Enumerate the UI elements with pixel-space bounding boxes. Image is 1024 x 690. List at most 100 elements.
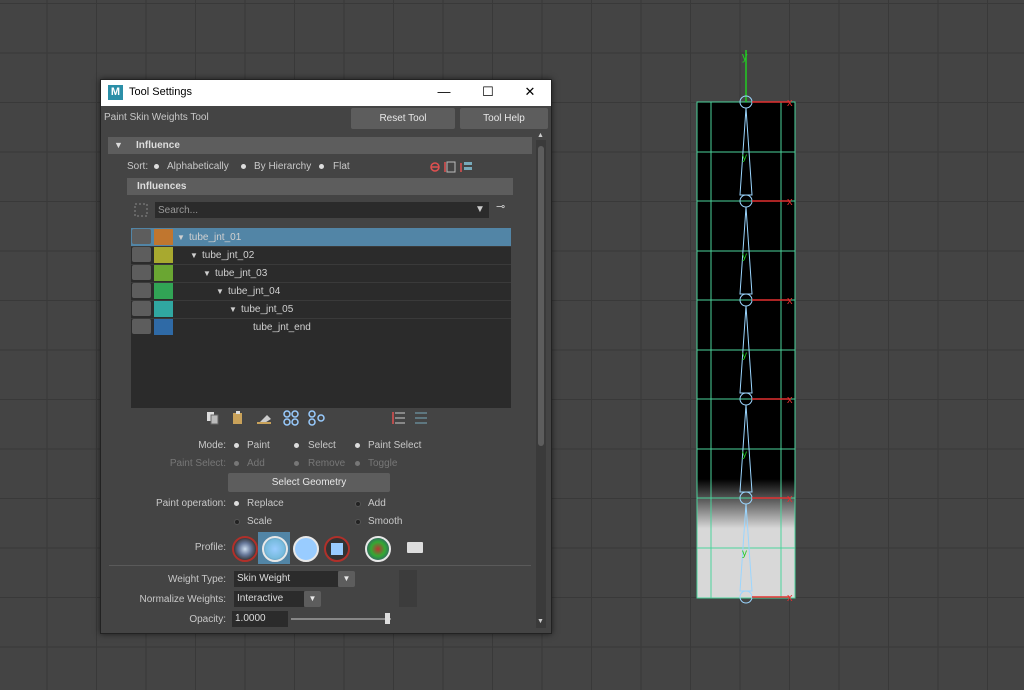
sort-by-hierarchy-radio[interactable]: [241, 164, 246, 169]
x-axis-label: x: [787, 394, 793, 406]
mode-label: Mode:: [198, 440, 226, 451]
joint-y-label: y: [742, 350, 747, 361]
sort-alphabetically-radio[interactable]: [154, 164, 159, 169]
influences-subheader-label: Influences: [137, 181, 187, 192]
scroll-down-icon[interactable]: ▼: [537, 618, 544, 625]
paint-select-add-label: Add: [247, 458, 265, 469]
sort-tools-icons[interactable]: [429, 160, 479, 174]
lock-icon[interactable]: [132, 301, 151, 316]
profile-soft-brush-icon[interactable]: [262, 536, 288, 562]
expand-arrow-icon[interactable]: ▼: [190, 251, 198, 260]
lock-icon[interactable]: [132, 229, 151, 244]
paint-select-toggle-label: Toggle: [368, 458, 398, 469]
scrollbar-thumb[interactable]: [538, 146, 544, 446]
joint-color-swatch: [154, 283, 173, 299]
tool-help-button[interactable]: Tool Help: [460, 108, 548, 129]
weight-type-label: Weight Type:: [168, 574, 226, 585]
window-title: Tool Settings: [129, 86, 192, 98]
paint-op-replace-label: Replace: [247, 498, 284, 509]
expand-arrow-icon[interactable]: ▼: [216, 287, 224, 296]
sort-flat-radio[interactable]: [319, 164, 324, 169]
opacity-value: 1.0000: [235, 613, 266, 624]
maximize-icon[interactable]: ☐: [467, 80, 509, 106]
lock-icon[interactable]: [132, 265, 151, 280]
select-geometry-button[interactable]: Select Geometry: [228, 473, 390, 492]
lock-icon[interactable]: [132, 283, 151, 298]
scroll-up-icon[interactable]: ▲: [537, 132, 544, 139]
paint-op-add-radio[interactable]: [355, 501, 361, 507]
influence-header-label: Influence: [136, 140, 180, 151]
folder-icon[interactable]: [407, 542, 423, 553]
joint-name: tube_jnt_02: [202, 250, 255, 261]
expand-arrow-icon[interactable]: ▼: [229, 305, 237, 314]
paint-op-scale-label: Scale: [247, 516, 273, 527]
tool-settings-window: M Tool Settings — ☐ ✕ Paint Skin Weights…: [100, 79, 552, 634]
opacity-slider-handle[interactable]: [385, 613, 390, 624]
profile-gaussian-brush-icon[interactable]: [232, 536, 258, 562]
paint-select-toggle-radio[interactable]: [355, 461, 360, 466]
paint-op-scale-radio[interactable]: [234, 519, 240, 525]
minimize-icon[interactable]: —: [423, 80, 465, 106]
normalize-weights-select[interactable]: Interactive: [234, 591, 304, 607]
influence-search-input[interactable]: Search... ▼: [155, 202, 489, 218]
weight-type-select[interactable]: Skin Weight: [234, 571, 338, 587]
expand-arrow-icon[interactable]: ▼: [203, 269, 211, 278]
sort-alphabetically-label: Alphabetically: [167, 161, 229, 172]
joint-name: tube_jnt_05: [241, 304, 294, 315]
close-icon[interactable]: ✕: [509, 80, 551, 106]
x-axis-label: x: [787, 493, 793, 505]
normalize-weights-value: Interactive: [237, 593, 284, 604]
collapse-triangle-icon: ▼: [114, 140, 123, 150]
weight-type-value: Skin Weight: [237, 573, 291, 584]
influence-row[interactable]: ▼ tube_jnt_01: [131, 228, 511, 247]
viewport-tube-mesh[interactable]: y x x x x x x y y y y y: [680, 40, 820, 620]
influence-row[interactable]: ▼ tube_jnt_03: [131, 264, 511, 283]
joint-y-label: y: [742, 152, 747, 163]
influence-frame-header[interactable]: ▼ Influence: [108, 137, 532, 154]
opacity-label: Opacity:: [189, 614, 226, 625]
profile-solid-brush-icon[interactable]: [293, 536, 319, 562]
mode-paint-select-radio[interactable]: [355, 443, 360, 448]
joint-y-label: y: [742, 548, 747, 559]
normalize-dropdown-icon[interactable]: ▼: [304, 591, 321, 607]
y-axis-label: y: [742, 51, 748, 63]
mode-select-radio[interactable]: [294, 443, 299, 448]
reset-tool-button[interactable]: Reset Tool: [351, 108, 455, 129]
x-axis-label: x: [787, 592, 793, 604]
paint-select-remove-radio[interactable]: [294, 461, 299, 466]
dropdown-arrow-icon[interactable]: ▼: [475, 204, 485, 215]
influence-row[interactable]: tube_jnt_end: [131, 318, 511, 336]
joint-name: tube_jnt_04: [228, 286, 281, 297]
paint-select-remove-label: Remove: [308, 458, 346, 469]
influences-subheader: Influences: [127, 178, 513, 195]
paint-select-add-radio[interactable]: [234, 461, 239, 466]
mode-paint-select-label: Paint Select: [368, 440, 422, 451]
weight-type-dropdown-icon[interactable]: ▼: [338, 571, 355, 587]
paint-op-replace-radio[interactable]: [234, 501, 239, 506]
x-axis-label: x: [787, 196, 793, 208]
opacity-input[interactable]: 1.0000: [232, 611, 288, 627]
lock-icon[interactable]: [132, 319, 151, 334]
profile-square-brush-icon[interactable]: [324, 536, 350, 562]
paint-op-add-label: Add: [368, 498, 386, 509]
joint-name: tube_jnt_01: [189, 232, 242, 243]
influence-row[interactable]: ▼ tube_jnt_04: [131, 282, 511, 301]
paint-op-smooth-radio[interactable]: [355, 519, 361, 525]
mode-paint-radio[interactable]: [234, 443, 239, 448]
opacity-slider-track[interactable]: [291, 618, 391, 620]
title-bar[interactable]: M Tool Settings — ☐ ✕: [101, 80, 551, 106]
profile-image-brush-icon[interactable]: [365, 536, 391, 562]
pin-icon[interactable]: ⊸: [496, 200, 505, 213]
paint-select-label: Paint Select:: [169, 458, 226, 469]
expand-arrow-icon[interactable]: ▼: [177, 233, 185, 242]
influence-list[interactable]: ▼ tube_jnt_01 ▼ tube_jnt_02 ▼ tube_jnt_0…: [131, 228, 511, 408]
lock-icon[interactable]: [132, 247, 151, 262]
influence-row[interactable]: ▼ tube_jnt_05: [131, 300, 511, 319]
joint-name: tube_jnt_03: [215, 268, 268, 279]
influence-toolbar-icons[interactable]: [205, 410, 335, 426]
joint-y-label: y: [742, 449, 747, 460]
filter-icon[interactable]: [134, 203, 148, 217]
tool-name: Paint Skin Weights Tool: [104, 112, 209, 123]
influence-row[interactable]: ▼ tube_jnt_02: [131, 246, 511, 265]
list-view-icons[interactable]: [391, 410, 431, 426]
